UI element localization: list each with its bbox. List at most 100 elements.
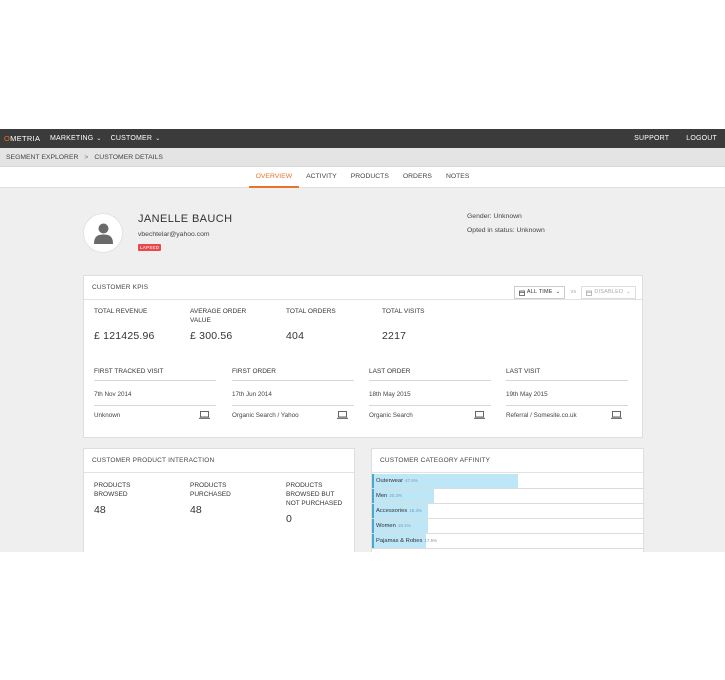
- affinity-row: Women 18.1%: [372, 519, 643, 534]
- laptop-icon: [199, 411, 210, 419]
- category-name: Pajamas & Robes: [376, 538, 423, 544]
- support-link[interactable]: SUPPORT: [634, 135, 669, 142]
- chevron-down-icon: ⌄: [155, 136, 161, 142]
- tab-products[interactable]: PRODUCTS: [344, 167, 396, 188]
- tile-source: Organic Search / Yahoo: [232, 411, 354, 419]
- products-purchased: PRODUCTS PURCHASED 48: [190, 481, 246, 516]
- customer-gender: Gender: Unknown: [467, 213, 522, 220]
- category-percentage: 18.3%: [409, 508, 423, 513]
- kpi-label: TOTAL REVENUE: [94, 308, 148, 315]
- tile-date: 7th Nov 2014: [94, 391, 216, 406]
- category-percentage: 17.5%: [424, 538, 438, 543]
- chevron-down-icon: ⌄: [555, 289, 561, 295]
- laptop-icon: [337, 411, 348, 419]
- calendar-icon: [586, 290, 593, 296]
- affinity-label: Pajamas & Robes 17.5%: [376, 538, 437, 544]
- customer-kpis-header: CUSTOMER KPIS ALL TIME ⌄ vs DISABLED ⌄: [84, 276, 642, 300]
- breadcrumb-separator: >: [84, 153, 89, 161]
- tile-last-visit: LAST VISIT 19th May 2015 Referral / Some…: [506, 368, 628, 419]
- kpi-label: TOTAL VISITS: [382, 308, 425, 315]
- tab-orders[interactable]: ORDERS: [396, 167, 439, 188]
- kpi-label: AVERAGE ORDER VALUE: [190, 308, 247, 324]
- tab-bar: OVERVIEW ACTIVITY PRODUCTS ORDERS NOTES: [0, 167, 725, 188]
- kpi-value: £ 121425.96: [94, 330, 155, 342]
- affinity-row: Accessories 18.3%: [372, 504, 643, 519]
- affinity-row: Men 20.3%: [372, 489, 643, 504]
- customer-opted-in-status: Opted in status: Unknown: [467, 227, 545, 234]
- tile-date: 19th May 2015: [506, 391, 628, 406]
- kpi-total-revenue: TOTAL REVENUE £ 121425.96: [94, 308, 174, 342]
- affinity-label: Accessories 18.3%: [376, 508, 422, 514]
- top-navigation: OMETRIA MARKETING ⌄ CUSTOMER ⌄ SUPPORT LOG…: [0, 129, 725, 148]
- category-name: Men: [376, 493, 388, 499]
- tile-source: Organic Search: [369, 411, 491, 419]
- metric-value: 0: [286, 513, 292, 525]
- panel-title: CUSTOMER PRODUCT INTERACTION: [84, 449, 354, 473]
- category-percentage: 18.1%: [397, 523, 411, 528]
- tile-source: Referral / Somesite.co.uk: [506, 411, 628, 419]
- metric-label: PRODUCTS PURCHASED: [190, 482, 231, 498]
- kpi-total-visits: TOTAL VISITS 2217: [382, 308, 462, 342]
- customer-name: JANELLE BAUCH: [138, 213, 233, 225]
- customer-email: vbechtelar@yahoo.com: [138, 231, 210, 238]
- kpi-label: TOTAL ORDERS: [286, 308, 336, 315]
- tile-first-tracked-visit: FIRST TRACKED VISIT 7th Nov 2014 Unknown: [94, 368, 216, 419]
- kpi-value: 404: [286, 330, 305, 342]
- tile-label: LAST VISIT: [506, 368, 628, 381]
- calendar-icon: [519, 290, 525, 296]
- tile-label: FIRST TRACKED VISIT: [94, 368, 216, 381]
- kpi-filters: ALL TIME ⌄ vs DISABLED ⌄: [513, 281, 636, 304]
- laptop-icon: [611, 411, 622, 419]
- tile-last-order: LAST ORDER 18th May 2015 Organic Search: [369, 368, 491, 419]
- app-window: OMETRIA MARKETING ⌄ CUSTOMER ⌄ SUPPORT LOG…: [0, 129, 725, 552]
- breadcrumb-customer-details[interactable]: CUSTOMER DETAILS: [94, 154, 162, 161]
- category-percentage: 47.5%: [405, 478, 418, 483]
- tile-source: Unknown: [94, 411, 216, 419]
- logout-link[interactable]: LOGOUT: [686, 135, 717, 142]
- affinity-label: Outerwear 47.5%: [376, 478, 418, 484]
- product-interaction-panel: CUSTOMER PRODUCT INTERACTION PRODUCTS BR…: [83, 448, 355, 552]
- tile-label: FIRST ORDER: [232, 368, 354, 381]
- compare-dropdown[interactable]: DISABLED ⌄: [581, 286, 636, 299]
- logo[interactable]: OMETRIA: [0, 134, 50, 143]
- status-badge: LAPSED: [138, 244, 162, 251]
- chevron-down-icon: ⌄: [626, 289, 631, 295]
- avatar: [83, 213, 123, 253]
- affinity-label: Men 20.3%: [376, 493, 402, 499]
- category-percentage: 20.3%: [389, 493, 403, 498]
- metric-label: PRODUCTS BROWSED: [94, 482, 131, 498]
- customer-kpis-panel: CUSTOMER KPIS ALL TIME ⌄ vs DISABLED ⌄ T…: [83, 275, 643, 438]
- nav-menu-marketing[interactable]: MARKETING ⌄: [50, 135, 102, 142]
- kpi-average-order-value: AVERAGE ORDER VALUE £ 300.56: [190, 308, 258, 342]
- metric-value: 48: [190, 504, 202, 516]
- kpi-value: 2217: [382, 330, 407, 342]
- tile-date: 18th May 2015: [369, 391, 491, 406]
- panel-title: CUSTOMER KPIS: [92, 284, 149, 291]
- nav-menu-customer[interactable]: CUSTOMER ⌄: [111, 135, 161, 142]
- category-affinity-panel: CUSTOMER CATEGORY AFFINITY Outerwear 47.5…: [371, 448, 644, 552]
- products-browsed-not-purchased: PRODUCTS BROWSED BUT NOT PURCHASED 0: [286, 481, 348, 525]
- user-silhouette-icon: [94, 223, 113, 244]
- tile-label: LAST ORDER: [369, 368, 491, 381]
- tab-activity[interactable]: ACTIVITY: [299, 167, 344, 188]
- customer-profile: JANELLE BAUCH vbechtelar@yahoo.com LAPSE…: [83, 213, 643, 263]
- tab-overview[interactable]: OVERVIEW: [248, 167, 300, 188]
- affinity-list: Outerwear 47.5% Men 20.3% Accessories 18.3% Wo…: [372, 474, 643, 549]
- laptop-icon: [474, 411, 485, 419]
- affinity-label: Women 18.1%: [376, 523, 411, 529]
- tile-first-order: FIRST ORDER 17th Jun 2014 Organic Search…: [232, 368, 354, 419]
- affinity-row: Outerwear 47.5%: [372, 474, 643, 489]
- category-name: Accessories: [376, 508, 408, 514]
- panel-title: CUSTOMER CATEGORY AFFINITY: [372, 449, 643, 473]
- affinity-row: Pajamas & Robes 17.5%: [372, 534, 643, 549]
- category-name: Women: [376, 523, 396, 529]
- chevron-down-icon: ⌄: [96, 136, 102, 142]
- vs-label: vs: [570, 289, 577, 295]
- tile-date: 17th Jun 2014: [232, 391, 354, 406]
- tab-notes[interactable]: NOTES: [439, 167, 476, 188]
- metric-label: PRODUCTS BROWSED BUT NOT PURCHASED: [286, 482, 343, 507]
- breadcrumb-segment-explorer[interactable]: SEGMENT EXPLORER: [6, 154, 78, 161]
- products-browsed: PRODUCTS BROWSED 48: [94, 481, 150, 516]
- time-range-dropdown[interactable]: ALL TIME ⌄: [513, 286, 566, 299]
- category-name: Outerwear: [376, 478, 404, 484]
